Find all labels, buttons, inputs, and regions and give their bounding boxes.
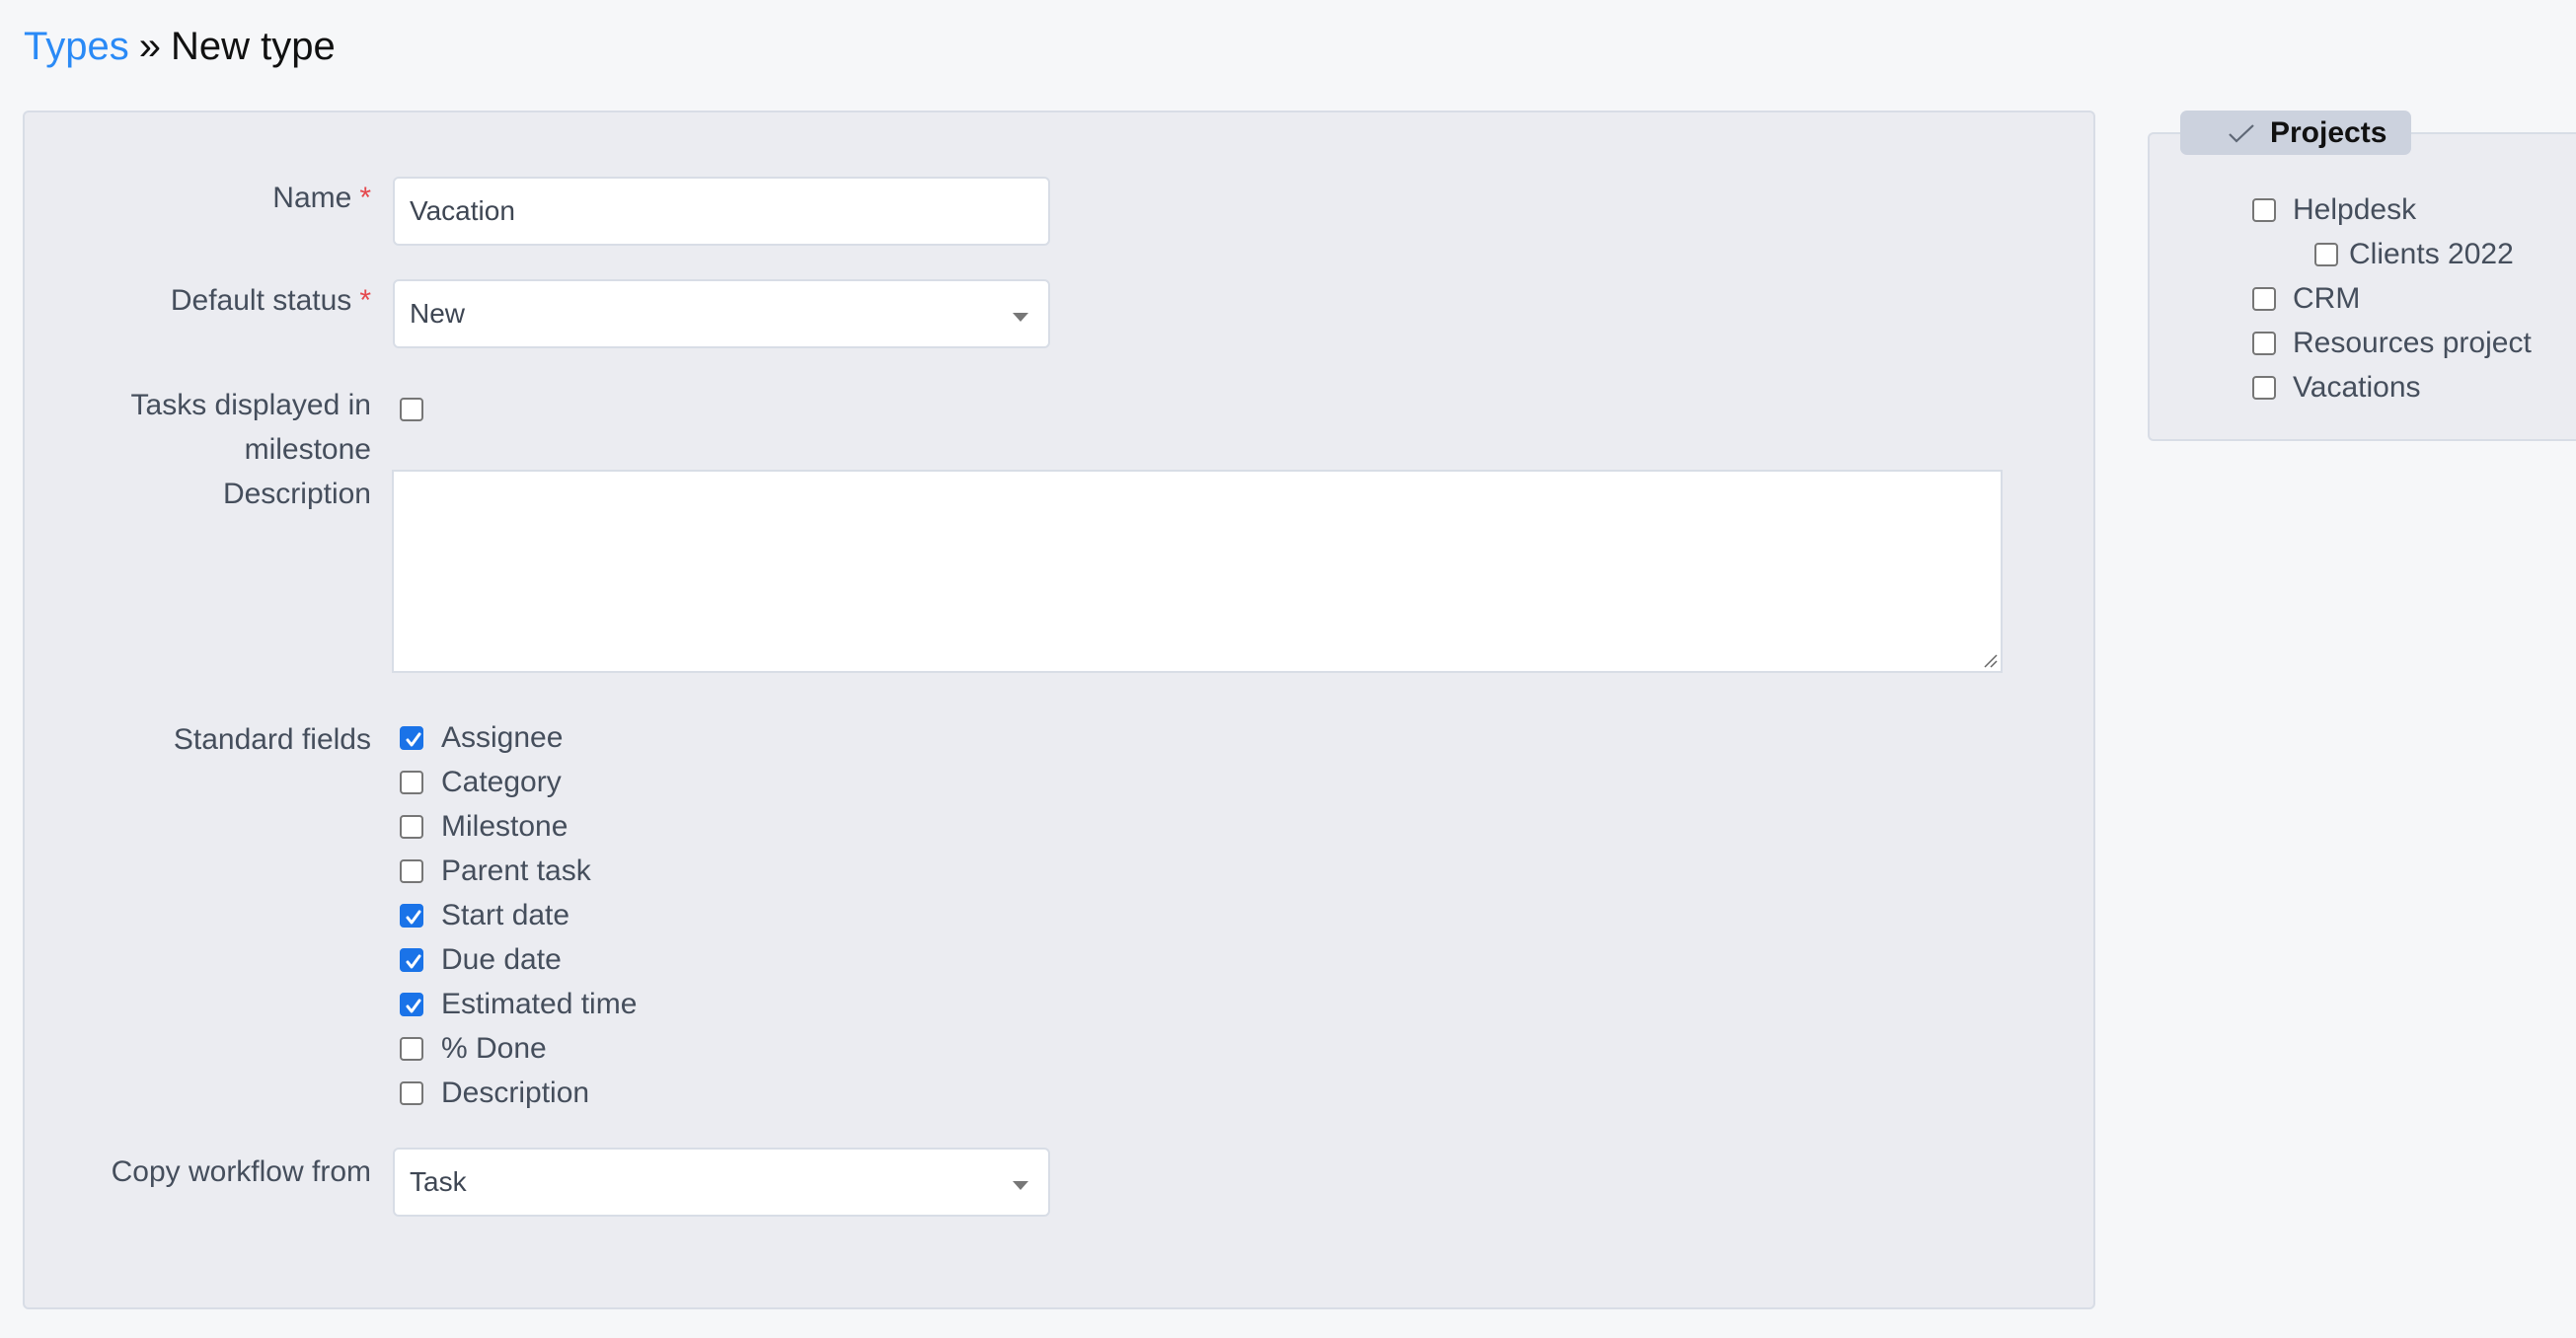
standard-field-label[interactable]: Estimated time — [441, 982, 637, 1026]
standard-field-label[interactable]: Milestone — [441, 804, 568, 849]
resize-grip-icon[interactable] — [1984, 654, 1998, 668]
project-checkbox[interactable] — [2252, 376, 2276, 400]
projects-title: Projects — [2270, 116, 2387, 149]
standard-field-checkbox[interactable] — [400, 1037, 423, 1061]
required-marker: * — [359, 284, 371, 317]
standard-field-label[interactable]: Parent task — [441, 849, 591, 893]
default-status-value: New — [410, 298, 466, 329]
tasks-in-milestone-label-line2: milestone — [244, 433, 371, 466]
breadcrumb: Types» New type — [24, 22, 336, 71]
description-label: Description — [222, 478, 371, 510]
standard-field-label[interactable]: Category — [441, 760, 562, 804]
name-label-text: Name — [272, 182, 352, 214]
checkmark-icon — [406, 732, 421, 747]
standard-field-label[interactable]: Description — [441, 1071, 589, 1115]
project-checkbox[interactable] — [2252, 332, 2276, 355]
tasks-in-milestone-label: Tasks displayed in milestone — [131, 383, 371, 472]
standard-field-checkbox[interactable] — [400, 948, 423, 972]
default-status-select[interactable]: New — [393, 279, 1050, 348]
default-status-label: Default status * — [171, 278, 371, 323]
project-checkbox[interactable] — [2314, 243, 2338, 266]
checkmark-icon — [406, 954, 421, 969]
project-label[interactable]: Helpdesk — [2293, 187, 2416, 232]
project-label[interactable]: Vacations — [2293, 365, 2421, 409]
breadcrumb-separator: » — [138, 25, 161, 68]
standard-field-label[interactable]: Due date — [441, 937, 562, 982]
copy-workflow-label: Copy workflow from — [111, 1155, 371, 1188]
standard-field-checkbox[interactable] — [400, 904, 423, 928]
description-textarea[interactable] — [392, 470, 2003, 673]
standard-fields-label: Standard fields — [173, 723, 371, 756]
standard-field-checkbox[interactable] — [400, 726, 423, 750]
dropdown-arrow-icon — [1013, 1181, 1028, 1190]
standard-field-checkbox[interactable] — [400, 815, 423, 839]
breadcrumb-types-link[interactable]: Types — [24, 25, 129, 68]
check-icon — [2229, 124, 2254, 143]
standard-field-label[interactable]: Assignee — [441, 715, 563, 760]
standard-field-checkbox[interactable] — [400, 859, 423, 883]
standard-field-checkbox[interactable] — [400, 771, 423, 794]
tasks-in-milestone-label-line1: Tasks displayed in — [130, 389, 371, 421]
project-label[interactable]: CRM — [2293, 276, 2360, 321]
standard-field-checkbox[interactable] — [400, 1081, 423, 1105]
projects-toggle[interactable]: Projects — [2180, 111, 2411, 155]
standard-field-label[interactable]: % Done — [441, 1026, 547, 1071]
page-title: New type — [170, 25, 336, 68]
dropdown-arrow-icon — [1013, 313, 1028, 322]
project-label[interactable]: Resources project — [2293, 321, 2532, 365]
checkmark-icon — [406, 910, 421, 925]
project-checkbox[interactable] — [2252, 198, 2276, 222]
copy-workflow-select[interactable]: Task — [393, 1148, 1050, 1217]
tasks-in-milestone-checkbox[interactable] — [400, 398, 423, 421]
name-input[interactable]: Vacation — [393, 177, 1050, 246]
checkmark-icon — [406, 999, 421, 1013]
name-label: Name * — [272, 176, 371, 220]
default-status-label-text: Default status — [170, 284, 352, 317]
copy-workflow-value: Task — [410, 1166, 467, 1197]
required-marker: * — [359, 182, 371, 214]
standard-field-label[interactable]: Start date — [441, 893, 569, 937]
project-checkbox[interactable] — [2252, 287, 2276, 311]
name-input-value: Vacation — [410, 195, 515, 226]
project-label[interactable]: Clients 2022 — [2349, 232, 2514, 276]
standard-field-checkbox[interactable] — [400, 993, 423, 1016]
